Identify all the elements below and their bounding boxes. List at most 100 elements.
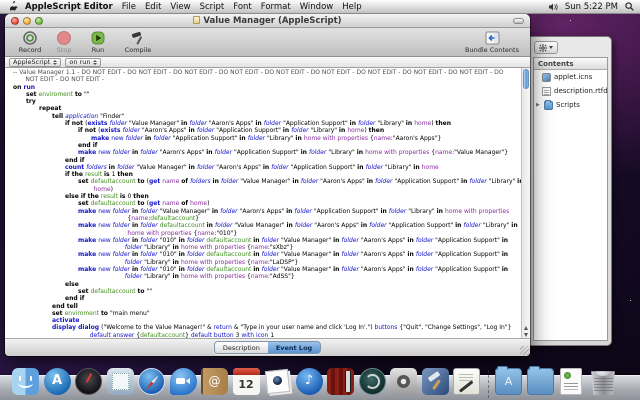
- tab-description[interactable]: Description: [215, 342, 268, 353]
- code-line: set defaultaccount to "": [5, 288, 521, 295]
- time-machine-icon: [359, 368, 386, 395]
- dock-ichat[interactable]: [170, 368, 197, 395]
- menu-bar: AppleScript Editor File Edit View Script Fon…: [0, 0, 640, 14]
- code-line: if not (exists folder "Aaron's Apps" in …: [5, 127, 521, 134]
- menu-format[interactable]: Format: [261, 2, 291, 12]
- dock-dashboard[interactable]: [75, 368, 102, 395]
- applescript-editor-window: Value Manager (AppleScript) Record Stop …: [5, 14, 530, 356]
- dock-iphoto[interactable]: [264, 368, 291, 395]
- menu-help[interactable]: Help: [342, 2, 361, 12]
- code-editor[interactable]: -- Value Manager 1.1 - DO NOT EDIT - DO …: [5, 68, 521, 338]
- resize-grip[interactable]: [520, 346, 529, 355]
- menu-clock[interactable]: Sun 5:22 PM: [565, 2, 618, 12]
- record-button[interactable]: Record: [13, 30, 47, 54]
- code-line: make new folder in folder defaultaccount…: [5, 222, 521, 229]
- code-line: home): [5, 186, 521, 193]
- safari-icon: [138, 368, 165, 395]
- drawer-item-description-rtfd[interactable]: description.rtfd: [534, 84, 607, 98]
- code-line: set defaultaccount to (get name of home): [5, 200, 521, 207]
- scroll-down-arrow[interactable]: [524, 333, 528, 337]
- drawer-item-applet-icns[interactable]: applet.icns: [534, 70, 607, 84]
- compile-button[interactable]: Compile: [121, 30, 155, 54]
- title-bar[interactable]: Value Manager (AppleScript): [5, 14, 530, 28]
- scroll-up-arrow[interactable]: [524, 326, 528, 330]
- rtfd-file-icon: [542, 87, 551, 96]
- popup-arrows-icon: [53, 60, 57, 65]
- dock-photobooth[interactable]: [327, 368, 354, 395]
- dock: A @12 ♪ A: [0, 360, 640, 400]
- tab-event-log[interactable]: Event Log: [268, 342, 320, 353]
- run-button[interactable]: Run: [81, 30, 115, 54]
- handler-popup[interactable]: on run: [65, 58, 101, 67]
- code-line: -- Value Manager 1.1 - DO NOT EDIT - DO …: [5, 69, 521, 76]
- code-line: folder "Library" in home with properties…: [5, 244, 521, 251]
- menu-script[interactable]: Script: [200, 2, 225, 12]
- drawer-item-label: Scripts: [556, 101, 580, 109]
- system-preferences-icon: [390, 368, 417, 395]
- folder-file-icon: [544, 101, 553, 110]
- code-line: make new folder in folder "Value Manager…: [5, 208, 521, 215]
- code-line: folder "Library" in home with properties…: [5, 273, 521, 280]
- apple-menu-icon[interactable]: [10, 1, 19, 12]
- code-line: if the result is 1 then: [5, 171, 521, 178]
- dock-addressbook[interactable]: @: [201, 368, 228, 395]
- vertical-scrollbar[interactable]: [521, 68, 530, 338]
- bundle-contents-drawer: Contents applet.icnsdescription.rtfd▶Scr…: [530, 36, 612, 346]
- code-line: end if: [5, 157, 521, 164]
- code-line: end if: [5, 142, 521, 149]
- dock-trash[interactable]: [590, 368, 617, 395]
- dock-document[interactable]: [558, 368, 585, 395]
- code-line: display dialog ("Welcome to the Value Ma…: [5, 324, 521, 331]
- code-line: make new folder in folder "010" in folde…: [5, 266, 521, 273]
- spotlight-icon[interactable]: [625, 2, 634, 11]
- iphoto-icon: [264, 368, 291, 395]
- stop-button[interactable]: Stop: [47, 30, 81, 54]
- dock-xcode[interactable]: [422, 368, 449, 395]
- volume-icon[interactable]: [549, 3, 558, 11]
- code-line: folder "Library" in home with properties…: [5, 259, 521, 266]
- code-line: {name:defaultaccount}: [5, 215, 521, 222]
- dock-appstore[interactable]: A: [44, 368, 71, 395]
- xcode-icon: [422, 368, 449, 395]
- code-line: make new folder in folder "010" in folde…: [5, 251, 521, 258]
- code-line: tell application "Finder": [5, 113, 521, 120]
- disclosure-triangle-icon[interactable]: ▶: [536, 102, 541, 108]
- code-line: activate: [5, 317, 521, 324]
- action-menu-button[interactable]: [534, 41, 558, 54]
- active-app-name[interactable]: AppleScript Editor: [25, 2, 113, 12]
- drawer-item-scripts[interactable]: ▶ Scripts: [534, 98, 607, 112]
- menu-edit[interactable]: Edit: [145, 2, 161, 12]
- code-line: try: [5, 98, 521, 105]
- itunes-icon: ♪: [296, 368, 323, 395]
- ical-icon: 12: [233, 368, 260, 395]
- window-title: Value Manager (AppleScript): [5, 16, 530, 26]
- language-popup[interactable]: AppleScript: [9, 58, 61, 67]
- dock-ase[interactable]: [453, 368, 480, 395]
- applications-folder-icon: A: [495, 368, 522, 395]
- dock-itunes[interactable]: ♪: [296, 368, 323, 395]
- dock-mail[interactable]: [107, 368, 134, 395]
- ichat-icon: [170, 368, 197, 395]
- dock-timemachine[interactable]: [359, 368, 386, 395]
- bundle-contents-button[interactable]: Bundle Contents: [462, 30, 522, 54]
- dock-docsfolder[interactable]: [527, 368, 554, 395]
- dock-finder[interactable]: [12, 368, 39, 395]
- menu-file[interactable]: File: [122, 2, 136, 12]
- menu-window[interactable]: Window: [300, 2, 334, 12]
- applescript-editor-icon: [453, 368, 480, 395]
- code-line: if not (exists folder "Value Manager" in…: [5, 120, 521, 127]
- bundle-contents-icon: [485, 30, 500, 46]
- popup-arrows-icon: [93, 60, 97, 65]
- dock-ical[interactable]: 12: [233, 368, 260, 395]
- dock-appsfolder[interactable]: A: [495, 368, 522, 395]
- menu-view[interactable]: View: [170, 2, 190, 12]
- icns-file-icon: [542, 73, 551, 82]
- scrollbar-thumb[interactable]: [523, 69, 529, 89]
- record-icon: [23, 30, 37, 46]
- dock-separator: [485, 368, 491, 395]
- window-proxy-icon[interactable]: [193, 16, 200, 24]
- toolbar-toggle-pill[interactable]: [513, 18, 524, 24]
- dock-sysprefs[interactable]: [390, 368, 417, 395]
- dock-safari[interactable]: [138, 368, 165, 395]
- menu-font[interactable]: Font: [233, 2, 252, 12]
